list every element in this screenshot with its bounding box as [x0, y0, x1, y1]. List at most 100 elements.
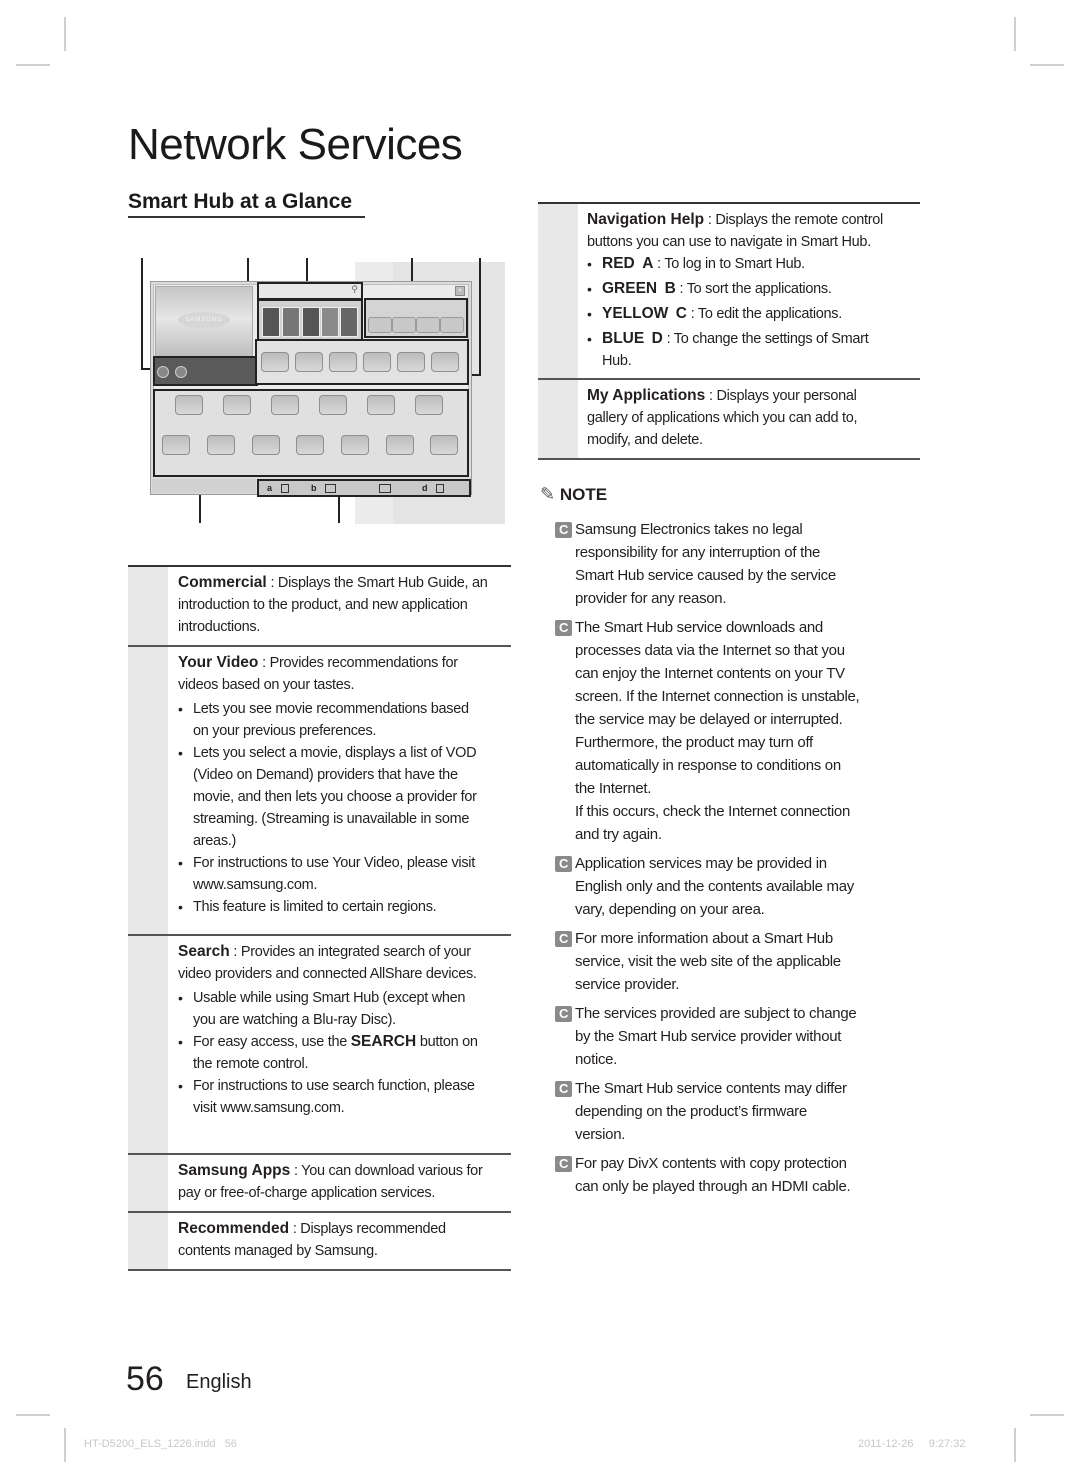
app-tile[interactable]: [162, 435, 190, 455]
table-gray-column: [128, 566, 168, 1270]
table-divider: [128, 1269, 511, 1271]
note-item: C For pay DivX contents with copy protect…: [555, 1152, 860, 1198]
table-divider: [128, 1211, 511, 1213]
crop-mark: [16, 1414, 50, 1416]
app-tile[interactable]: [430, 435, 458, 455]
pencil-icon: ✎: [540, 484, 556, 504]
page-number: 56: [126, 1360, 164, 1398]
app-tile[interactable]: [223, 395, 251, 415]
movie-thumbnail[interactable]: [302, 307, 320, 337]
samsung-logo: SAMSUNG: [178, 312, 230, 328]
note-item: C The services provided are subject to ch…: [555, 1002, 860, 1071]
app-tile[interactable]: [415, 395, 443, 415]
nav-key-icon: [379, 484, 391, 493]
table-divider: [538, 458, 920, 460]
item-navigation-help: Navigation Help : Displays the remote co…: [587, 209, 887, 372]
nav-key-d: d: [422, 483, 428, 493]
search-bar[interactable]: ⚲: [257, 282, 363, 300]
note-item: C The Smart Hub service contents may diff…: [555, 1077, 860, 1146]
movie-thumbnail[interactable]: [282, 307, 300, 337]
your-video-bullets: Lets you see movie recommendations based…: [178, 698, 478, 918]
crop-mark: [1030, 1414, 1064, 1416]
navigation-help-bar: a b d: [257, 479, 471, 497]
item-recommended: Recommended : Displays recommended conte…: [178, 1220, 446, 1259]
note-marker-icon: C: [555, 1156, 572, 1172]
note-item: C Application services may be provided in…: [555, 852, 860, 921]
page-language: English: [186, 1371, 252, 1393]
app-tile[interactable]: [271, 395, 299, 415]
bullet-item: Lets you select a movie, displays a list…: [178, 742, 478, 852]
crop-mark: [64, 17, 66, 51]
app-tile[interactable]: [416, 317, 440, 333]
item-samsung-apps: Samsung Apps : You can download various …: [178, 1162, 483, 1201]
app-tile[interactable]: [319, 395, 347, 415]
callout-line: [141, 258, 143, 370]
app-tile[interactable]: [431, 352, 459, 372]
note-item: C Samsung Electronics takes no legal resp…: [555, 518, 860, 610]
app-tile[interactable]: [261, 352, 289, 372]
flower-icon: [175, 366, 187, 378]
crop-mark: [1014, 1428, 1016, 1462]
search-icon: ⚲: [351, 284, 358, 294]
note-marker-icon: C: [555, 620, 572, 636]
callout-line: [338, 495, 340, 523]
flower-icon: [157, 366, 169, 378]
crop-mark: [1014, 17, 1016, 51]
footer-filename: HT-D5200_ELS_1226.indd 56: [84, 1438, 237, 1450]
close-icon[interactable]: ×: [455, 286, 465, 296]
app-tile[interactable]: [295, 352, 323, 372]
nav-key-b: b: [311, 483, 317, 493]
app-tile[interactable]: [296, 435, 324, 455]
table-divider: [538, 202, 920, 204]
note-heading: ✎ NOTE: [540, 484, 608, 504]
bullet-blue: BLUE D : To change the settings of Smart…: [587, 328, 887, 372]
table-gray-column: [538, 203, 578, 459]
app-tile[interactable]: [368, 317, 392, 333]
item-commercial: Commercial : Displays the Smart Hub Guid…: [178, 574, 488, 635]
note-marker-icon: C: [555, 856, 572, 872]
note-item: C For more information about a Smart Hub …: [555, 927, 860, 996]
movie-thumbnail[interactable]: [340, 307, 358, 337]
movie-thumbnail[interactable]: [262, 307, 280, 337]
table-divider: [538, 378, 920, 380]
note-marker-icon: C: [555, 522, 572, 538]
app-tile[interactable]: [386, 435, 414, 455]
navigation-help-bullets: RED A : To log in to Smart Hub. GREEN B …: [587, 253, 887, 372]
app-tile[interactable]: [392, 317, 416, 333]
app-tile[interactable]: [341, 435, 369, 455]
nav-key-icon: [325, 484, 336, 493]
bullet-item: Usable while using Smart Hub (except whe…: [178, 987, 478, 1031]
item-my-applications: My Applications : Displays your personal…: [587, 387, 858, 448]
nav-key-a: a: [267, 483, 273, 493]
item-search: Search : Provides an integrated search o…: [178, 941, 478, 1119]
crop-mark: [64, 1428, 66, 1462]
table-divider: [128, 1153, 511, 1155]
app-tile[interactable]: [440, 317, 464, 333]
table-divider: [128, 645, 511, 647]
note-marker-icon: C: [555, 1006, 572, 1022]
footer-timestamp: 2011-12-26 9:27:32: [858, 1438, 966, 1450]
app-tile[interactable]: [363, 352, 391, 372]
your-video-area[interactable]: [153, 356, 258, 386]
app-tile[interactable]: [367, 395, 395, 415]
note-marker-icon: C: [555, 1081, 572, 1097]
bullet-item: Lets you see movie recommendations based…: [178, 698, 478, 742]
app-tile[interactable]: [397, 352, 425, 372]
note-item: C The Smart Hub service downloads and pro…: [555, 616, 860, 846]
table-divider: [128, 934, 511, 936]
nav-key-icon: [281, 484, 289, 493]
note-list: C Samsung Electronics takes no legal resp…: [555, 518, 860, 1204]
nav-key-icon: [436, 484, 444, 493]
app-tile[interactable]: [252, 435, 280, 455]
note-marker-icon: C: [555, 931, 572, 947]
movie-thumbnail[interactable]: [321, 307, 339, 337]
bullet-yellow: YELLOW C : To edit the applications.: [587, 303, 887, 325]
bullet-red: RED A : To log in to Smart Hub.: [587, 253, 887, 275]
app-tile[interactable]: [175, 395, 203, 415]
bullet-item: For instructions to use Your Video, plea…: [178, 852, 478, 896]
section-title: Smart Hub at a Glance: [128, 190, 353, 213]
app-tile[interactable]: [207, 435, 235, 455]
app-tile[interactable]: [329, 352, 357, 372]
screen-bottom-strip: [152, 479, 256, 493]
bullet-item: This feature is limited to certain regio…: [178, 896, 478, 918]
